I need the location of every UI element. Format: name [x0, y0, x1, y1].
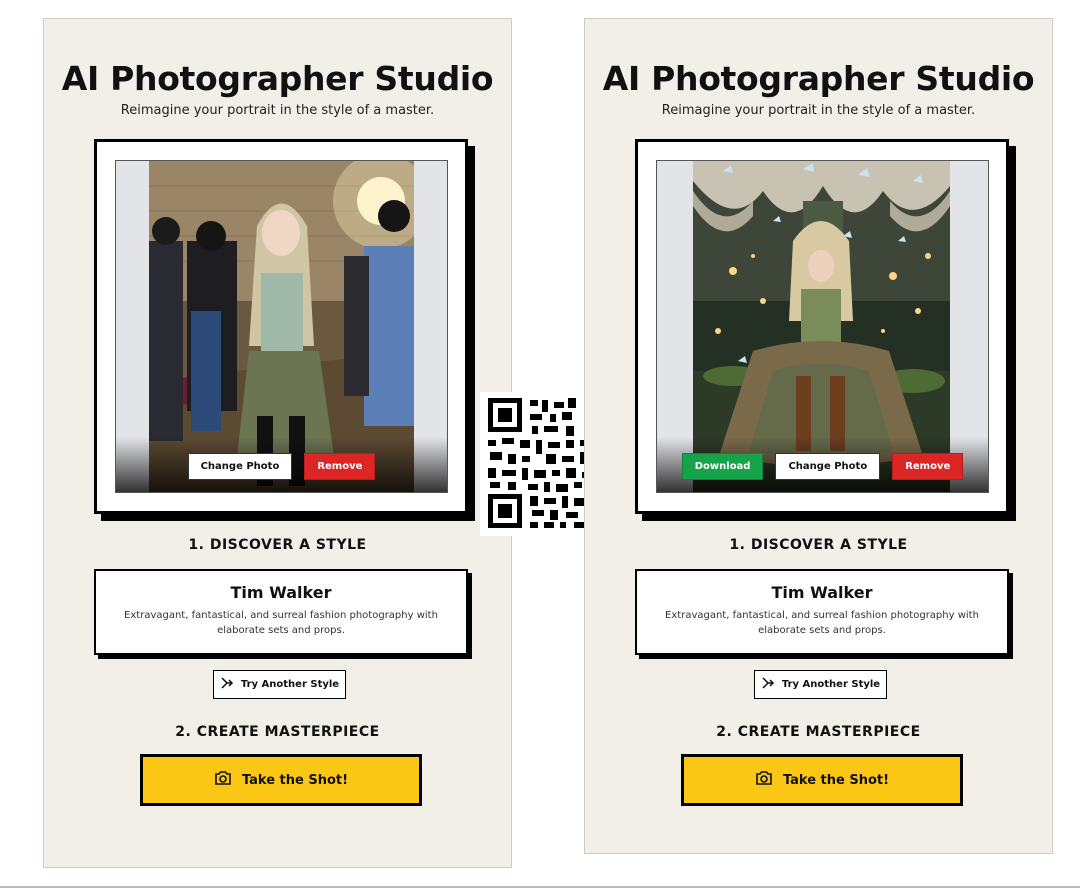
take-shot-label: Take the Shot! [782, 772, 890, 788]
app-title: AI Photographer Studio [602, 59, 1035, 98]
change-photo-button[interactable]: Change Photo [187, 453, 293, 480]
download-button[interactable]: Download [681, 453, 764, 480]
style-card: Tim Walker Extravagant, fantastical, and… [635, 569, 1009, 655]
section-create-heading: 2. CREATE MASTERPIECE [175, 724, 380, 740]
style-name: Tim Walker [771, 583, 873, 602]
remove-photo-button[interactable]: Remove [892, 453, 964, 480]
photo-area: Download Change Photo Remove [656, 160, 989, 493]
style-name: Tim Walker [230, 583, 332, 602]
studio-panel-result: AI Photographer Studio Reimagine your po… [584, 18, 1053, 854]
app-subtitle: Reimagine your portrait in the style of … [120, 103, 435, 118]
camera-icon [755, 770, 773, 790]
style-description: Extravagant, fantastical, and surreal fa… [665, 610, 979, 636]
try-another-style-button[interactable]: Try Another Style [213, 670, 346, 699]
app-subtitle: Reimagine your portrait in the style of … [661, 103, 976, 118]
section-discover-heading: 1. DISCOVER A STYLE [729, 537, 908, 553]
section-discover-heading: 1. DISCOVER A STYLE [188, 537, 367, 553]
take-shot-button[interactable]: Take the Shot! [681, 754, 963, 806]
try-another-style-label: Try Another Style [781, 679, 881, 690]
take-shot-button[interactable]: Take the Shot! [140, 754, 422, 806]
take-shot-label: Take the Shot! [241, 772, 349, 788]
bottom-divider [0, 886, 1080, 888]
photo-actions: Download Change Photo Remove [657, 453, 988, 480]
try-another-style-label: Try Another Style [240, 679, 340, 690]
shuffle-icon [761, 676, 775, 693]
change-photo-button[interactable]: Change Photo [775, 453, 881, 480]
style-card: Tim Walker Extravagant, fantastical, and… [94, 569, 468, 655]
app-title: AI Photographer Studio [61, 59, 494, 98]
remove-photo-button[interactable]: Remove [304, 453, 376, 480]
camera-icon [214, 770, 232, 790]
photo-frame: Change Photo Remove [94, 139, 468, 514]
studio-panel-original: AI Photographer Studio Reimagine your po… [43, 18, 512, 868]
photo-actions: Change Photo Remove [116, 453, 447, 480]
shuffle-icon [220, 676, 234, 693]
photo-area: Change Photo Remove [115, 160, 448, 493]
section-create-heading: 2. CREATE MASTERPIECE [716, 724, 921, 740]
try-another-style-button[interactable]: Try Another Style [754, 670, 887, 699]
style-description: Extravagant, fantastical, and surreal fa… [124, 610, 438, 636]
photo-frame: Download Change Photo Remove [635, 139, 1009, 514]
